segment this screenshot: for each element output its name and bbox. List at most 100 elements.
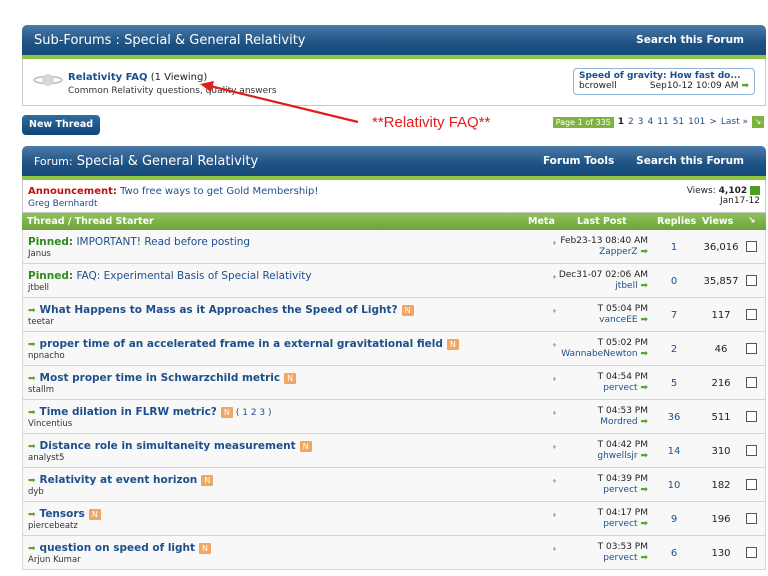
- goto-icon[interactable]: ➡: [640, 315, 648, 325]
- table-row[interactable]: ➡ What Happens to Mass as it Approaches t…: [22, 298, 766, 332]
- select-checkbox[interactable]: [746, 275, 757, 286]
- thread-starter[interactable]: teetar: [28, 317, 54, 327]
- thread-title[interactable]: Pinned: IMPORTANT! Read before posting: [28, 236, 250, 248]
- goto-icon[interactable]: ➡: [640, 417, 648, 427]
- last-post-user[interactable]: vanceEE: [599, 315, 637, 325]
- page-link[interactable]: 4: [648, 117, 654, 127]
- thread-link[interactable]: question on speed of light: [40, 542, 196, 554]
- last-post-user[interactable]: jtbell: [615, 281, 637, 291]
- thread-link[interactable]: IMPORTANT! Read before posting: [76, 236, 250, 248]
- last-post-user[interactable]: WannabeNewton: [561, 349, 637, 359]
- thread-starter[interactable]: jtbell: [28, 283, 49, 293]
- reply-count[interactable]: 5: [663, 378, 685, 389]
- last-post-title[interactable]: Speed of gravity: How fast do...: [579, 71, 749, 81]
- thread-title[interactable]: ➡ Relativity at event horizon N: [28, 474, 214, 486]
- page-link[interactable]: 2: [628, 117, 634, 127]
- select-checkbox[interactable]: [746, 547, 757, 558]
- last-post-user[interactable]: pervect: [603, 553, 637, 563]
- thread-title[interactable]: ➡ Distance role in simultaneity measureme…: [28, 440, 312, 452]
- thread-title[interactable]: Pinned: FAQ: Experimental Basis of Speci…: [28, 270, 312, 282]
- col-thread[interactable]: Thread / Thread Starter: [27, 216, 154, 227]
- reply-count[interactable]: 36: [663, 412, 685, 423]
- announcement-author[interactable]: Greg Bernhardt: [28, 199, 98, 209]
- thread-pages[interactable]: ( 1 2 3 ): [236, 408, 272, 418]
- table-row[interactable]: Pinned: FAQ: Experimental Basis of Speci…: [22, 264, 766, 298]
- page-next[interactable]: >: [709, 117, 717, 127]
- table-row[interactable]: ➡ Most proper time in Schwarzchild metric…: [22, 366, 766, 400]
- select-checkbox[interactable]: [746, 241, 757, 252]
- page-last[interactable]: Last »: [721, 117, 748, 127]
- new-post-icon[interactable]: N: [220, 406, 233, 418]
- reply-count[interactable]: 7: [663, 310, 685, 321]
- last-post-user[interactable]: ZapperZ: [599, 247, 638, 257]
- goto-icon[interactable]: ➡: [640, 519, 648, 529]
- table-row[interactable]: ➡ Tensors Npiercebeatz ⬪ T 04:17 PM pervect ➡…: [22, 502, 766, 536]
- select-checkbox[interactable]: [746, 411, 757, 422]
- col-replies[interactable]: Replies: [657, 216, 696, 227]
- page-link[interactable]: 11: [657, 117, 668, 127]
- announcement-row[interactable]: Announcement: Two free ways to get Gold …: [22, 180, 766, 213]
- thread-starter[interactable]: Janus: [28, 249, 51, 259]
- thread-starter[interactable]: stallm: [28, 385, 54, 395]
- goto-icon[interactable]: ➡: [640, 553, 648, 563]
- last-post-user[interactable]: ghwellsjr: [597, 451, 637, 461]
- thread-link[interactable]: FAQ: Experimental Basis of Special Relat…: [76, 270, 311, 282]
- thread-starter[interactable]: dyb: [28, 487, 44, 497]
- new-thread-button[interactable]: New Thread: [22, 115, 101, 135]
- table-row[interactable]: Pinned: IMPORTANT! Read before posting Ja…: [22, 230, 766, 264]
- select-checkbox[interactable]: [746, 343, 757, 354]
- sort-icon[interactable]: ↘: [748, 216, 756, 226]
- thread-title[interactable]: ➡ Most proper time in Schwarzchild metric…: [28, 372, 297, 384]
- new-post-icon[interactable]: N: [88, 508, 101, 520]
- thread-link[interactable]: What Happens to Mass as it Approaches th…: [40, 304, 398, 316]
- search-forum-link[interactable]: Search this Forum: [636, 34, 744, 46]
- last-post-user[interactable]: Mordred: [600, 417, 637, 427]
- forum-tools-link[interactable]: Forum Tools: [543, 155, 614, 167]
- page-link[interactable]: 51: [673, 117, 684, 127]
- goto-icon[interactable]: ➡: [640, 485, 648, 495]
- announcement-link[interactable]: Two free ways to get Gold Membership!: [120, 186, 318, 197]
- last-post-user[interactable]: pervect: [603, 485, 637, 495]
- goto-icon[interactable]: ➡: [640, 383, 648, 393]
- jump-icon[interactable]: ↘: [752, 116, 764, 128]
- thread-title[interactable]: ➡ proper time of an accelerated frame in …: [28, 338, 459, 350]
- select-checkbox[interactable]: [746, 513, 757, 524]
- reply-count[interactable]: 10: [663, 480, 685, 491]
- thread-title[interactable]: ➡ What Happens to Mass as it Approaches t…: [28, 304, 414, 316]
- thread-link[interactable]: Tensors: [40, 508, 85, 520]
- reply-count[interactable]: 9: [663, 514, 685, 525]
- thread-link[interactable]: proper time of an accelerated frame in a…: [40, 338, 443, 350]
- table-row[interactable]: ➡ Time dilation in FLRW metric? N( 1 2 3 )…: [22, 400, 766, 434]
- last-post-user[interactable]: pervect: [603, 519, 637, 529]
- page-link[interactable]: 3: [638, 117, 644, 127]
- reply-count[interactable]: 0: [663, 276, 685, 287]
- col-lastpost[interactable]: Last Post: [577, 216, 627, 227]
- thread-starter[interactable]: piercebeatz: [28, 521, 78, 531]
- search-forum-link[interactable]: Search this Forum: [636, 155, 744, 167]
- thread-starter[interactable]: Arjun Kumar: [28, 555, 81, 565]
- select-checkbox[interactable]: [746, 445, 757, 456]
- reply-count[interactable]: 1: [663, 242, 685, 253]
- faq-title[interactable]: Relativity FAQ: [68, 72, 148, 83]
- goto-icon[interactable]: ➡: [640, 247, 648, 257]
- reply-count[interactable]: 14: [663, 446, 685, 457]
- reply-count[interactable]: 6: [663, 548, 685, 559]
- new-post-icon[interactable]: N: [199, 542, 212, 554]
- thread-link[interactable]: Distance role in simultaneity measuremen…: [40, 440, 296, 452]
- thread-link[interactable]: Most proper time in Schwarzchild metric: [40, 372, 281, 384]
- thread-title[interactable]: ➡ question on speed of light N: [28, 542, 212, 554]
- table-row[interactable]: ➡ Relativity at event horizon Ndyb ⬪ T 04:39…: [22, 468, 766, 502]
- table-row[interactable]: ➡ Distance role in simultaneity measureme…: [22, 434, 766, 468]
- goto-icon[interactable]: ➡: [640, 451, 648, 461]
- new-post-icon[interactable]: N: [401, 304, 414, 316]
- goto-icon[interactable]: ➡: [640, 349, 648, 359]
- thread-title[interactable]: ➡ Time dilation in FLRW metric? N( 1 2 3 ): [28, 406, 272, 418]
- select-checkbox[interactable]: [746, 309, 757, 320]
- select-checkbox[interactable]: [746, 377, 757, 388]
- thread-link[interactable]: Time dilation in FLRW metric?: [40, 406, 217, 418]
- select-checkbox[interactable]: [746, 479, 757, 490]
- col-views[interactable]: Views: [702, 216, 733, 227]
- goto-icon[interactable]: ➡: [640, 281, 648, 291]
- table-row[interactable]: ➡ proper time of an accelerated frame in …: [22, 332, 766, 366]
- last-post-user[interactable]: bcrowell: [579, 81, 617, 91]
